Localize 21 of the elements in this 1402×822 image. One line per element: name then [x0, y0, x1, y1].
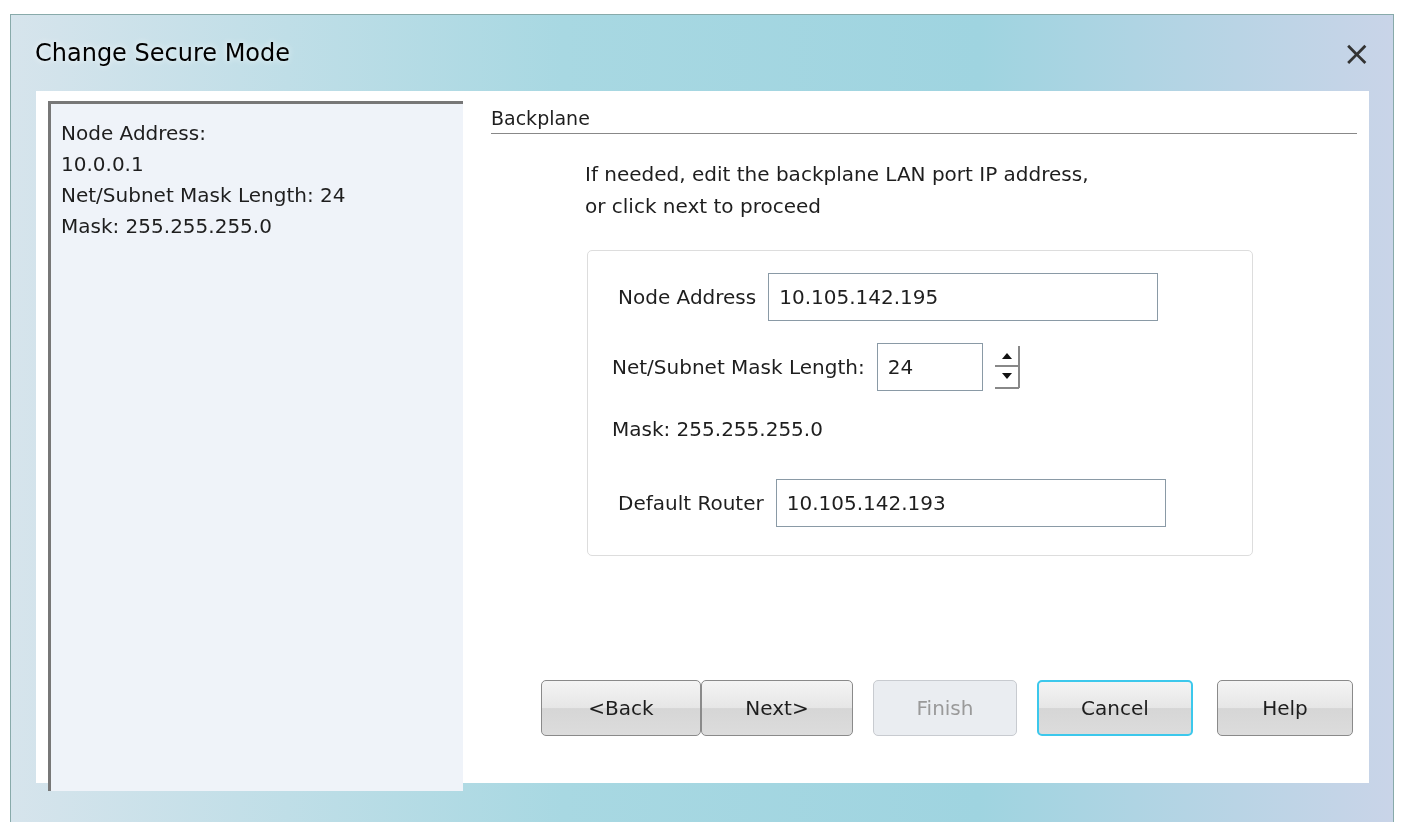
mask-length-field[interactable]: 24 [876, 343, 983, 391]
spinner-icon[interactable] [992, 344, 1021, 390]
wizard-button[interactable]: Cancel [1037, 680, 1193, 736]
summary-text: 10.0.0.1 [61, 151, 145, 178]
wizard-button[interactable]: <Back [541, 680, 701, 736]
default-router-field[interactable]: 10.105.142.193 [775, 479, 1166, 527]
field-label: Node Address [618, 285, 757, 309]
summary-text: Mask: 255.255.255.0 [61, 213, 273, 240]
close-button[interactable]: × [1336, 33, 1377, 73]
instruction-text: If needed, edit the backplane LAN port IP address, [585, 161, 1090, 188]
section-title: Backplane [491, 101, 1357, 134]
summary-text: Net/Subnet Mask Length: 24 [61, 182, 347, 209]
field-label: Net/Subnet Mask Length: [612, 355, 865, 379]
wizard-button[interactable]: Next> [701, 680, 853, 736]
node-address-field[interactable]: 10.105.142.195 [768, 273, 1159, 321]
window-title: Change Secure Mode [35, 39, 291, 67]
wizard-button[interactable]: Help [1217, 680, 1353, 736]
summary-text: Node Address: [61, 120, 207, 147]
field-label: Default Router [618, 491, 764, 515]
instruction-text: or click next to proceed [585, 193, 822, 220]
mask-text: Mask: 255.255.255.0 [612, 417, 824, 441]
